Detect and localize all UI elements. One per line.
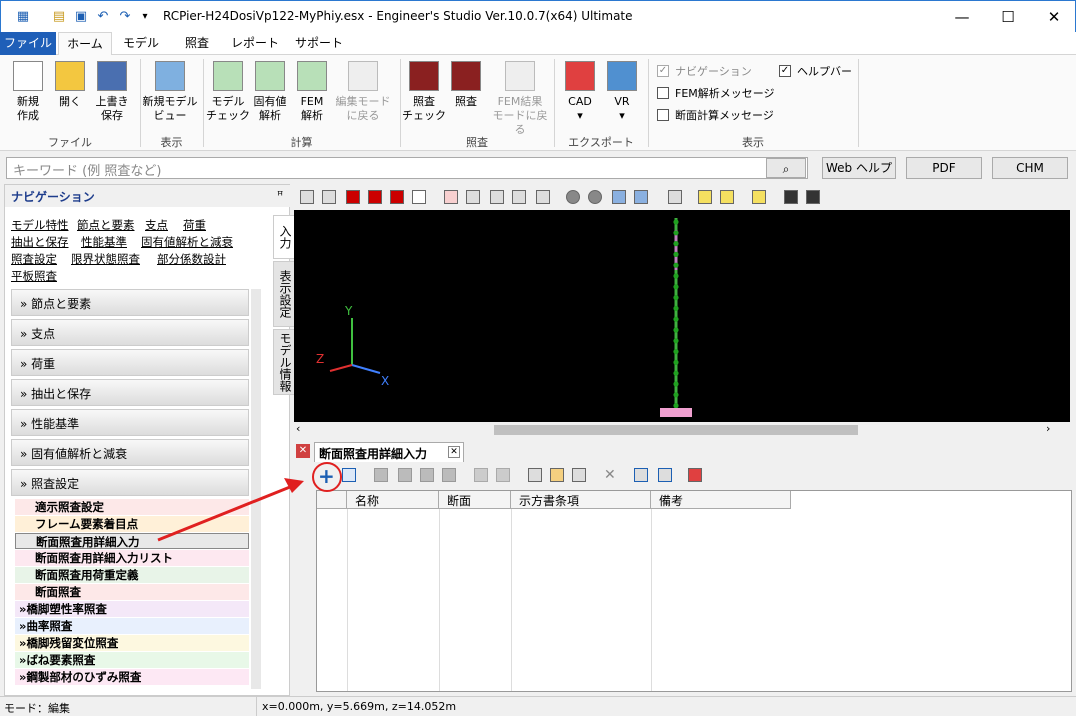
annotation-arrow-head bbox=[284, 478, 304, 493]
mode-status: モード：編集 bbox=[4, 702, 70, 715]
coordinate-status: x=0.000m, y=5.669m, z=14.052m bbox=[262, 700, 457, 713]
annotation-overlay bbox=[157, 462, 342, 542]
separator bbox=[256, 697, 257, 716]
status-bar: モード：編集 x=0.000m, y=5.669m, z=14.052m bbox=[0, 696, 1076, 716]
highlight-circle bbox=[312, 462, 342, 492]
annotation-arrow-line bbox=[157, 485, 291, 542]
